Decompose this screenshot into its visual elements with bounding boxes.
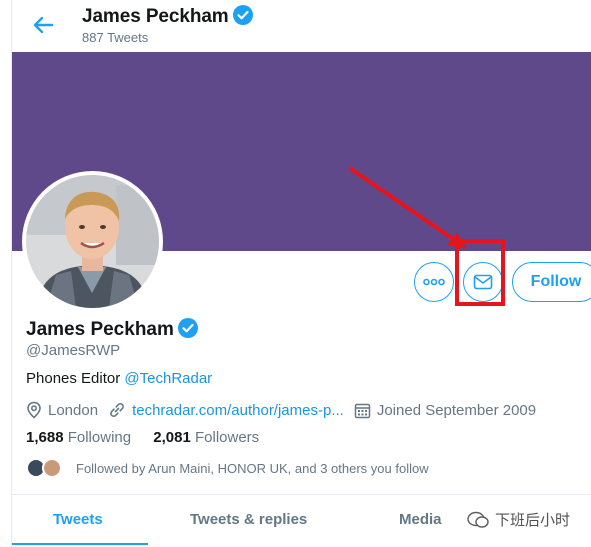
follow-counts: 1,688 Following 2,081 Followers (26, 429, 259, 446)
calendar-icon (354, 403, 371, 418)
follow-button[interactable]: Follow (512, 262, 591, 302)
avatar[interactable] (22, 171, 163, 312)
location-item: London (26, 401, 98, 419)
verified-badge-icon (232, 5, 253, 31)
tab-tweets-replies[interactable]: Tweets & replies (190, 511, 307, 528)
website-link[interactable]: techradar.com/author/james-p... (132, 402, 344, 419)
mutual-avatars (26, 458, 70, 478)
followed-by[interactable]: Followed by Arun Maini, HONOR UK, and 3 … (26, 458, 429, 478)
followers-count: 2,081 (153, 429, 191, 446)
back-arrow-icon[interactable] (30, 12, 56, 38)
profile-bio: Phones Editor @TechRadar (26, 370, 212, 387)
followers-label: Followers (194, 429, 260, 446)
link-icon (110, 402, 124, 418)
tab-tweets[interactable]: Tweets (53, 511, 103, 528)
mutual-avatar (42, 458, 62, 478)
top-bar: James Peckham 887 Tweets (12, 0, 591, 52)
profile-handle: @JamesRWP (26, 342, 121, 359)
profile-name: James Peckham (26, 318, 198, 344)
followers-link[interactable]: 2,081 Followers (153, 429, 259, 446)
following-count: 1,688 (26, 429, 64, 446)
more-dots-icon (423, 278, 445, 286)
following-label: Following (67, 429, 132, 446)
avatar-photo (26, 175, 159, 308)
verified-badge-icon (177, 318, 198, 344)
location-pin-icon (27, 401, 41, 419)
followed-by-text: Followed by Arun Maini, HONOR UK, and 3 … (76, 460, 429, 476)
tab-media[interactable]: Media (399, 511, 442, 528)
joined-item: Joined September 2009 (354, 402, 536, 419)
joined-text: Joined September 2009 (376, 401, 537, 419)
chat-bubble-icon (467, 511, 489, 528)
bio-mention-link[interactable]: @TechRadar (124, 370, 212, 387)
header-name: James Peckham (82, 5, 253, 31)
profile-page: James Peckham 887 Tweets Follow James Pe… (11, 0, 591, 547)
watermark-text: 下班后小时 (495, 512, 571, 529)
following-link[interactable]: 1,688 Following (26, 429, 131, 446)
watermark: 下班后小时 (467, 509, 570, 530)
tweet-count: 887 Tweets (82, 30, 149, 45)
profile-meta: London techradar.com/author/james-p... J… (26, 400, 546, 420)
more-options-button[interactable] (414, 262, 454, 302)
location-text: London (48, 401, 99, 419)
bio-text: Phones Editor (26, 370, 125, 387)
website-item[interactable]: techradar.com/author/james-p... (108, 401, 344, 419)
profile-name-text: James Peckham (26, 319, 174, 340)
header-name-text: James Peckham (82, 6, 229, 27)
annotation-highlight-box (455, 239, 505, 306)
active-tab-indicator (12, 543, 148, 545)
